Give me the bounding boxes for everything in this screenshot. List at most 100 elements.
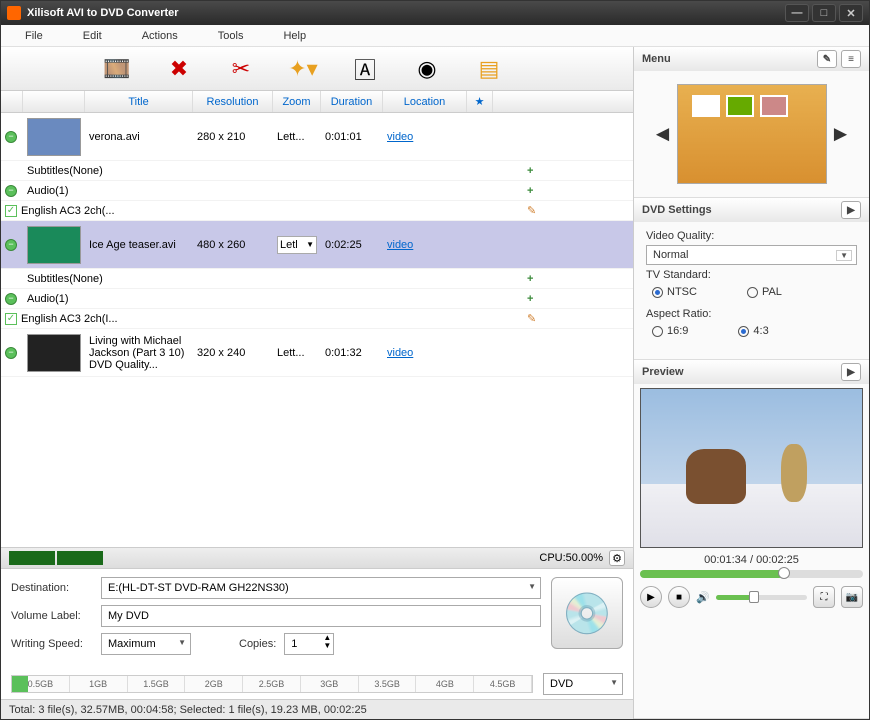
menu-tools[interactable]: Tools <box>218 30 244 42</box>
child-label: Audio(1) <box>23 183 523 199</box>
menu-template-thumb[interactable] <box>677 84 827 184</box>
pencil-icon[interactable]: ✎ <box>527 312 536 325</box>
stop-button[interactable]: ■ <box>668 586 690 608</box>
zoom-select[interactable]: Letl▼ <box>277 236 317 254</box>
pencil-icon[interactable]: ✎ <box>527 204 536 217</box>
menu-file[interactable]: File <box>25 30 43 42</box>
menu-edit[interactable]: Edit <box>83 30 102 42</box>
menu-actions[interactable]: Actions <box>142 30 178 42</box>
app-icon <box>7 6 21 20</box>
preview-time: 00:01:34 / 00:02:25 <box>640 548 863 570</box>
expand-icon[interactable]: − <box>5 347 17 359</box>
effects-button[interactable]: ✦▾ <box>287 53 319 85</box>
menu-help[interactable]: Help <box>283 30 306 42</box>
destination-panel: Destination: E:(HL-DT-ST DVD-RAM GH22NS3… <box>1 569 633 669</box>
col-zoom[interactable]: Zoom <box>273 91 321 112</box>
disc-type-select[interactable]: DVD▼ <box>543 673 623 695</box>
volume-label-input[interactable]: My DVD <box>101 605 541 627</box>
table-row[interactable]: −Living with Michael Jackson (Part 3 10)… <box>1 329 633 377</box>
table-row[interactable]: ✓ English AC3 2ch(... ✎ <box>1 201 633 221</box>
preview-expand-button[interactable]: ▶ <box>841 363 861 381</box>
minimize-button[interactable]: — <box>785 4 809 22</box>
size-bar-row: 0.5GB1GB1.5GB2GB2.5GB3GB3.5GB4GB4.5GB DV… <box>1 669 633 699</box>
seek-slider[interactable] <box>640 570 863 578</box>
col-title[interactable]: Title <box>85 91 193 112</box>
cpu-settings-button[interactable]: ⚙ <box>609 550 625 566</box>
maximize-button[interactable]: □ <box>812 4 836 22</box>
plus-icon[interactable]: + <box>527 185 533 197</box>
cut-button[interactable]: ✂ <box>225 53 257 85</box>
size-tick: 3.5GB <box>359 676 417 692</box>
play-button[interactable]: ▶ <box>640 586 662 608</box>
menu-edit-button[interactable]: ✎ <box>817 50 837 68</box>
copies-spinner[interactable]: 1▲▼ <box>284 633 334 655</box>
track-label: English AC3 2ch(I... <box>21 313 118 325</box>
table-row[interactable]: −verona.avi280 x 210Lett...0:01:01video <box>1 113 633 161</box>
col-location[interactable]: Location <box>383 91 467 112</box>
col-resolution[interactable]: Resolution <box>193 91 273 112</box>
remove-button[interactable]: ✖ <box>163 53 195 85</box>
close-button[interactable]: ✕ <box>839 4 863 22</box>
file-duration: 0:01:01 <box>321 129 383 145</box>
size-tick: 4.5GB <box>474 676 532 692</box>
plus-icon[interactable]: + <box>527 165 533 177</box>
menu-list-button[interactable]: ≡ <box>841 50 861 68</box>
preview-screen[interactable] <box>640 388 863 548</box>
settings-expand-button[interactable]: ▶ <box>841 201 861 219</box>
table-header: Title Resolution Zoom Duration Location … <box>1 91 633 113</box>
location-link[interactable]: video <box>387 131 413 143</box>
plus-icon[interactable]: + <box>527 273 533 285</box>
volume-slider[interactable] <box>716 595 807 600</box>
table-row[interactable]: −Audio(1)+ <box>1 289 633 309</box>
col-duration[interactable]: Duration <box>321 91 383 112</box>
file-zoom: Lett... <box>277 131 305 143</box>
col-star[interactable]: ★ <box>467 91 493 112</box>
burn-button[interactable]: 💿 <box>551 577 623 649</box>
dvd-settings-title: DVD Settings <box>642 204 712 216</box>
tv-pal-radio[interactable]: PAL <box>747 286 782 298</box>
record-button[interactable]: ◉ <box>411 53 443 85</box>
expand-icon[interactable]: − <box>5 239 17 251</box>
menu-next-button[interactable]: ► <box>835 122 847 146</box>
volume-icon[interactable]: 🔊 <box>696 591 710 604</box>
table-row[interactable]: −Ice Age teaser.avi480 x 260Letl▼0:02:25… <box>1 221 633 269</box>
checkbox-icon[interactable]: ✓ <box>5 205 17 217</box>
titlebar: Xilisoft AVI to DVD Converter — □ ✕ <box>1 1 869 25</box>
file-zoom: Lett... <box>277 347 305 359</box>
table-row[interactable]: −Audio(1) + <box>1 181 633 201</box>
subtitle-button[interactable]: 🄰 <box>349 53 381 85</box>
cpu-bar: CPU:50.00% ⚙ <box>1 547 633 569</box>
aspect-43-radio[interactable]: 4:3 <box>738 325 768 337</box>
file-resolution: 280 x 210 <box>193 129 273 145</box>
chapter-button[interactable]: ▤ <box>473 53 505 85</box>
menu-prev-button[interactable]: ◄ <box>657 122 669 146</box>
table-row[interactable]: Subtitles(None)+ <box>1 161 633 181</box>
location-link[interactable]: video <box>387 239 413 251</box>
writing-speed-select[interactable]: Maximum▼ <box>101 633 191 655</box>
aspect-169-radio[interactable]: 16:9 <box>652 325 688 337</box>
size-tick: 2.5GB <box>243 676 301 692</box>
file-title: Ice Age teaser.avi <box>85 237 193 253</box>
destination-select[interactable]: E:(HL-DT-ST DVD-RAM GH22NS30)▼ <box>101 577 541 599</box>
expand-icon[interactable]: − <box>5 293 17 305</box>
file-list[interactable]: −verona.avi280 x 210Lett...0:01:01videoS… <box>1 113 633 547</box>
table-row[interactable]: ✓ English AC3 2ch(I... ✎ <box>1 309 633 329</box>
file-resolution: 480 x 260 <box>193 237 273 253</box>
expand-icon[interactable]: − <box>5 185 17 197</box>
cpu-graph-icon <box>57 551 103 565</box>
snapshot-button[interactable]: 📷 <box>841 586 863 608</box>
video-quality-select[interactable]: Normal▼ <box>646 245 857 265</box>
table-row[interactable]: Subtitles(None)+ <box>1 269 633 289</box>
fullscreen-button[interactable]: ⛶ <box>813 586 835 608</box>
size-tick: 1GB <box>70 676 128 692</box>
tv-ntsc-radio[interactable]: NTSC <box>652 286 697 298</box>
add-file-button[interactable]: 🎞️ <box>101 53 133 85</box>
expand-icon[interactable]: − <box>5 131 17 143</box>
menubar: File Edit Actions Tools Help <box>1 25 869 47</box>
checkbox-icon[interactable]: ✓ <box>5 313 17 325</box>
cpu-label: CPU:50.00% <box>539 552 603 564</box>
track-label: English AC3 2ch(... <box>21 205 115 217</box>
location-link[interactable]: video <box>387 347 413 359</box>
status-text: Total: 3 file(s), 32.57MB, 00:04:58; Sel… <box>9 704 367 716</box>
plus-icon[interactable]: + <box>527 293 533 305</box>
